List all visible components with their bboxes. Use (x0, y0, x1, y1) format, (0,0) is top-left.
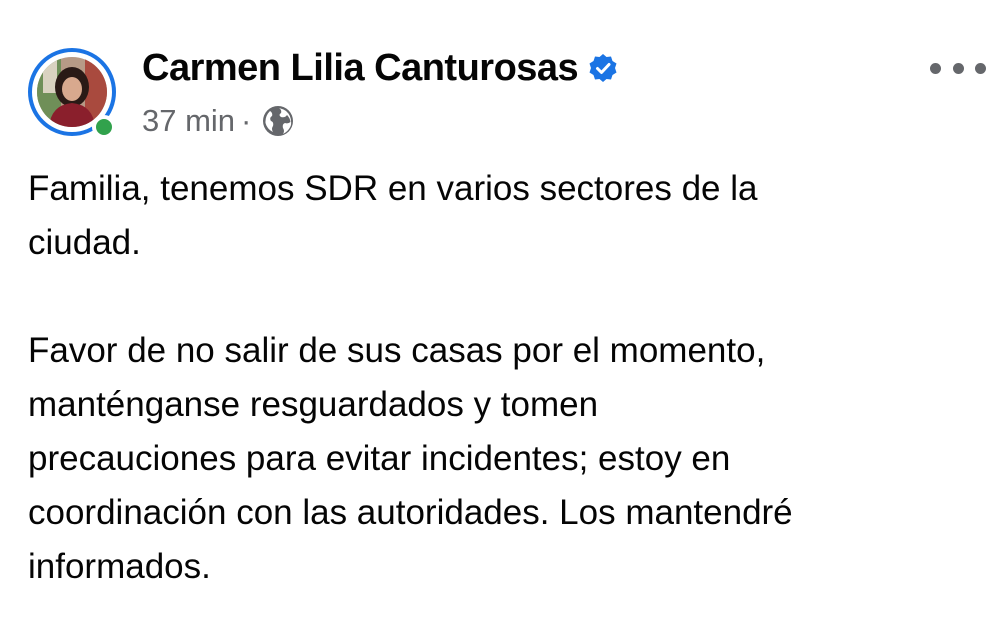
meta-separator: · (241, 103, 252, 138)
facebook-post: Carmen Lilia Canturosas 37 min · Familia… (0, 0, 1005, 620)
post-meta: 37 min · (142, 100, 295, 142)
more-dot (952, 62, 964, 74)
globe-icon[interactable] (261, 104, 295, 138)
more-options-button[interactable] (930, 50, 986, 86)
more-dot (975, 62, 986, 74)
post-paragraph: Favor de no salir de sus casas por el mo… (28, 331, 793, 586)
author-name[interactable]: Carmen Lilia Canturosas (142, 47, 579, 90)
post-paragraph: Familia, tenemos SDR en varios sectores … (28, 169, 758, 262)
author-row: Carmen Lilia Canturosas (142, 44, 618, 92)
verified-badge-icon (588, 53, 618, 83)
online-status-indicator (92, 115, 116, 139)
timestamp[interactable]: 37 min (142, 103, 235, 139)
post-body: Familia, tenemos SDR en varios sectores … (28, 162, 988, 594)
more-dot (930, 62, 941, 74)
